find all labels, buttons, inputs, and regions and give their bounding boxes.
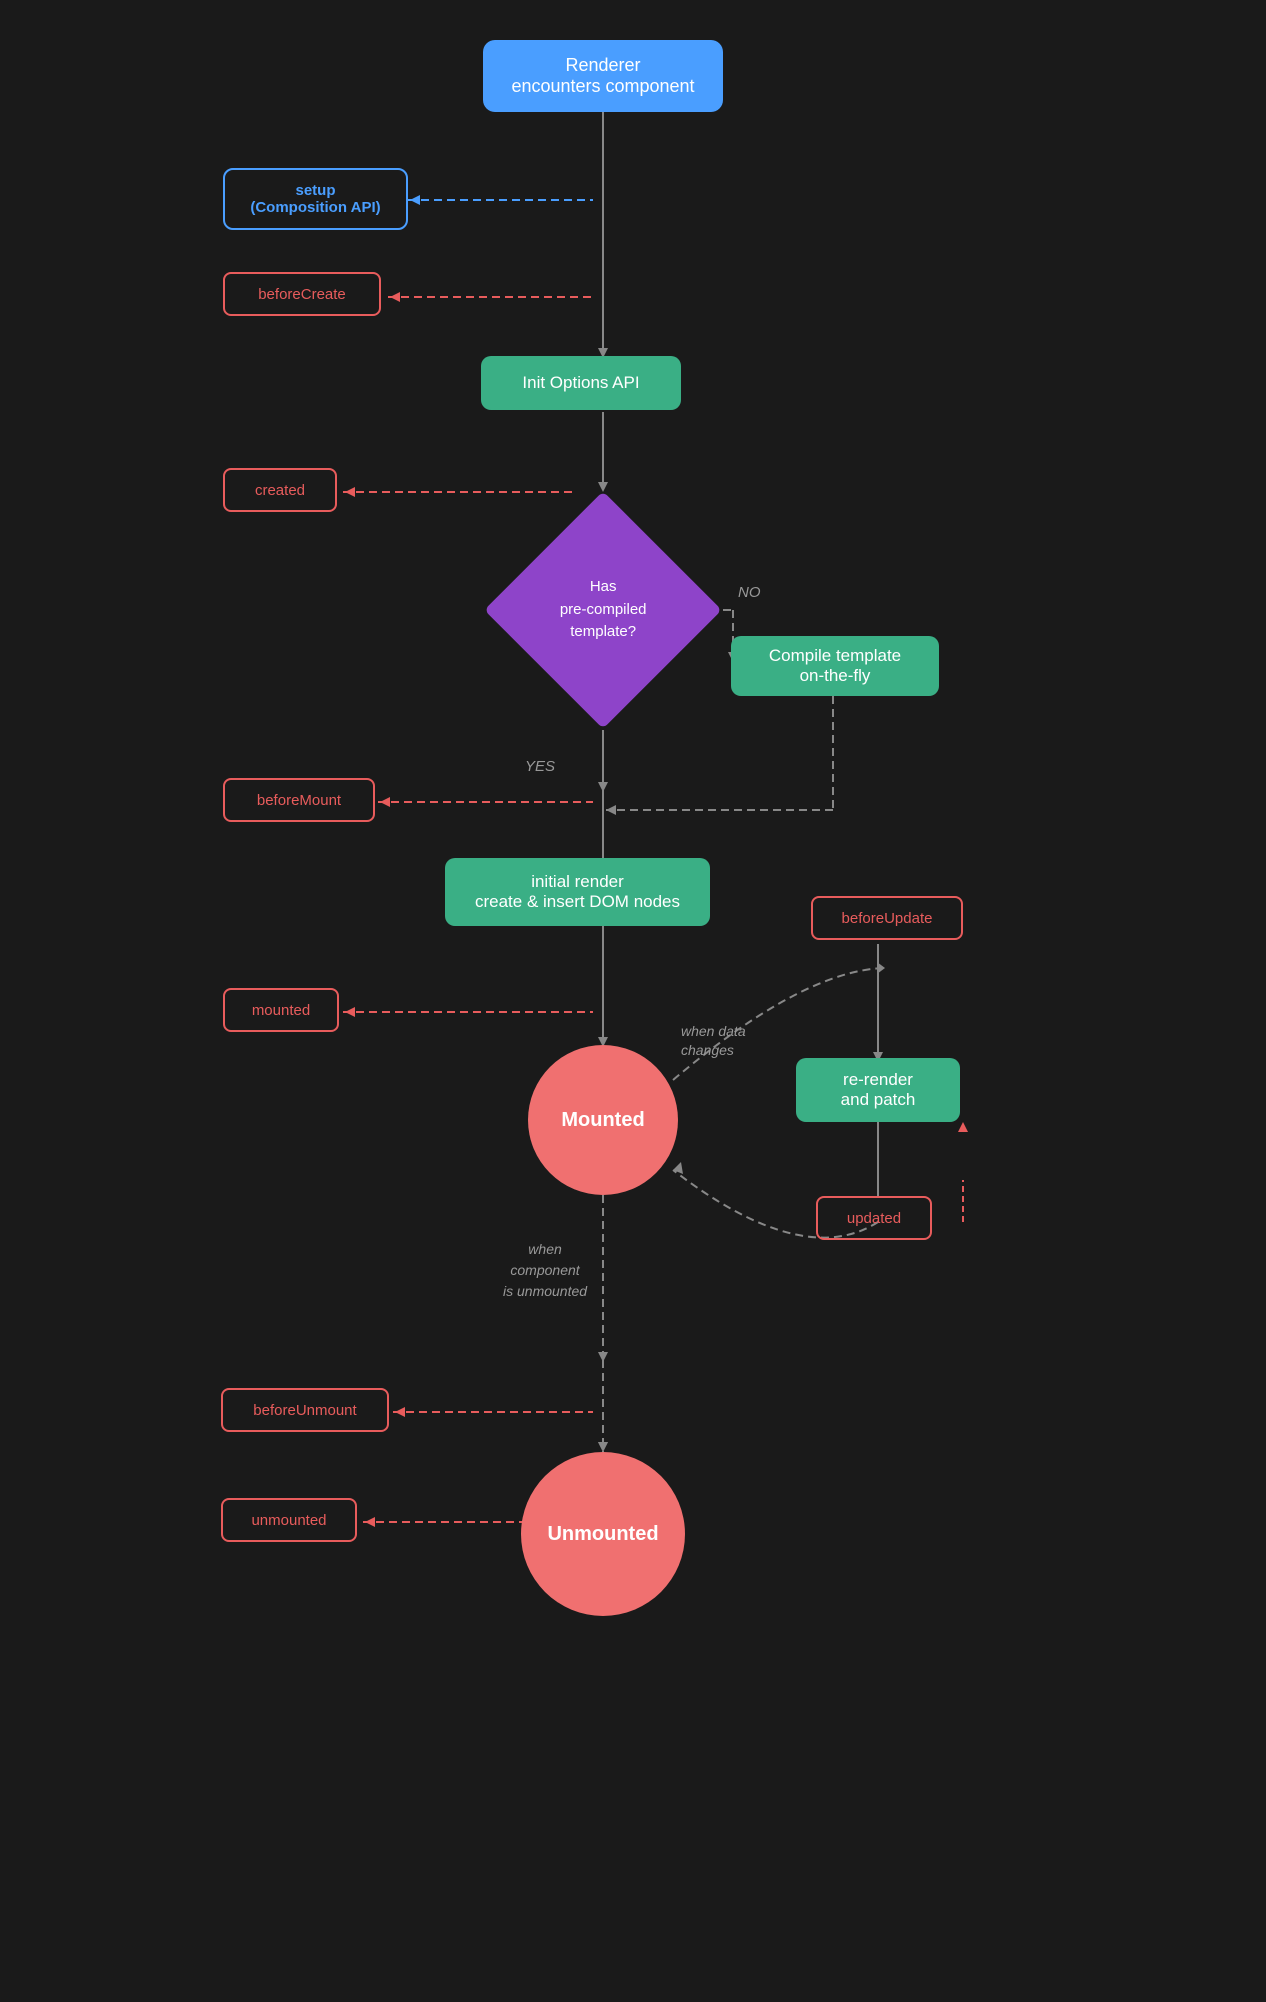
no-label: NO <box>738 584 761 601</box>
renderer-node: Renderer encounters component <box>483 40 723 112</box>
before-unmount-node: beforeUnmount <box>221 1388 389 1432</box>
diamond-label: Has pre-compiled template? <box>560 578 647 640</box>
diagram-container: Renderer encounters component setup (Com… <box>203 0 1063 2002</box>
before-update-node: beforeUpdate <box>811 896 963 940</box>
unmounted-circle: Unmounted <box>521 1452 685 1616</box>
updated-node: updated <box>816 1196 932 1240</box>
has-template-diamond: Has pre-compiled template? <box>483 490 723 730</box>
when-data-changes-label: when data changes <box>681 1002 746 1061</box>
yes-label: YES <box>525 758 555 775</box>
setup-node: setup (Composition API) <box>223 168 408 230</box>
init-options-node: Init Options API <box>481 356 681 410</box>
compile-template-node: Compile template on-the-fly <box>731 636 939 696</box>
before-mount-node: beforeMount <box>223 778 375 822</box>
re-render-node: re-render and patch <box>796 1058 960 1122</box>
initial-render-node: initial render create & insert DOM nodes <box>445 858 710 926</box>
created-node: created <box>223 468 337 512</box>
when-unmounted-label: when component is unmounted <box>503 1218 587 1302</box>
mounted-hook-node: mounted <box>223 988 339 1032</box>
before-create-node: beforeCreate <box>223 272 381 316</box>
mounted-circle: Mounted <box>528 1045 678 1195</box>
unmounted-hook-node: unmounted <box>221 1498 357 1542</box>
